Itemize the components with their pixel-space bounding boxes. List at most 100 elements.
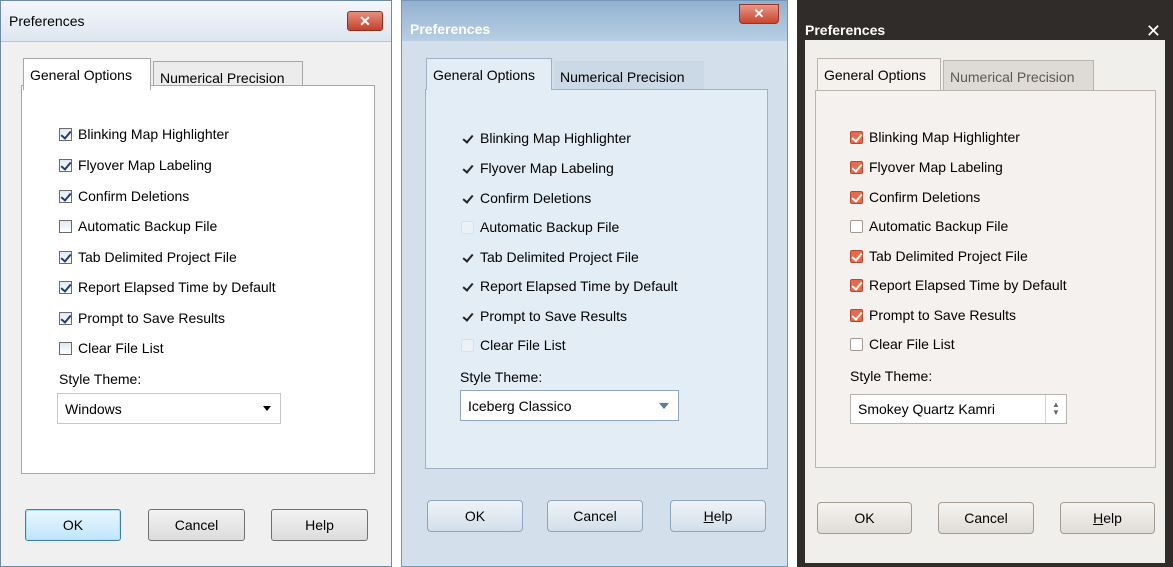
window-title: Preferences <box>410 21 491 37</box>
help-button[interactable]: Help <box>670 500 766 532</box>
tab-general-options[interactable]: General Options <box>23 58 151 90</box>
checkbox[interactable] <box>461 338 474 352</box>
checkbox[interactable] <box>59 189 72 203</box>
checkbox[interactable] <box>850 308 863 322</box>
option-label: Clear File List <box>869 336 955 352</box>
checkbox[interactable] <box>461 310 474 323</box>
close-button[interactable]: ✕ <box>347 11 383 31</box>
option-flyover-map-labeling[interactable]: Flyover Map Labeling <box>461 158 614 178</box>
cancel-button[interactable]: Cancel <box>938 502 1034 534</box>
option-label: Flyover Map Labeling <box>78 157 212 173</box>
option-label: Prompt to Save Results <box>78 310 226 326</box>
option-confirm-deletions[interactable]: Confirm Deletions <box>850 187 980 207</box>
help-label: elp <box>713 508 733 524</box>
preferences-window-iceberg: Preferences ✕ General Options Numerical … <box>401 0 788 567</box>
option-clear-file-list[interactable]: Clear File List <box>850 334 955 354</box>
checkbox[interactable] <box>59 127 72 141</box>
checkbox[interactable] <box>850 190 863 204</box>
option-prompt-to-save-results[interactable]: Prompt to Save Results <box>850 305 1016 325</box>
checkbox[interactable] <box>461 162 474 175</box>
checkbox[interactable] <box>850 249 863 263</box>
option-label: Flyover Map Labeling <box>869 159 1003 175</box>
option-automatic-backup-file[interactable]: Automatic Backup File <box>461 217 619 237</box>
option-label: Tab Delimited Project File <box>480 249 639 265</box>
option-label: Tab Delimited Project File <box>78 249 237 265</box>
option-label: Automatic Backup File <box>869 218 1009 234</box>
checkbox[interactable] <box>461 280 474 293</box>
chevron-down-icon <box>659 402 669 409</box>
checkbox[interactable] <box>850 337 863 351</box>
selected-theme: Smokey Quartz Kamri <box>858 401 995 417</box>
checkbox[interactable] <box>850 160 863 174</box>
tab-numerical-precision[interactable]: Numerical Precision <box>554 61 704 91</box>
option-tab-delimited-project-file[interactable]: Tab Delimited Project File <box>850 246 1028 266</box>
checkbox[interactable] <box>59 250 72 264</box>
option-label: Prompt to Save Results <box>869 307 1017 323</box>
style-theme-select[interactable]: Iceberg Classico <box>460 390 679 421</box>
ok-button[interactable]: OK <box>817 502 912 534</box>
close-button[interactable]: ✕ <box>739 4 779 24</box>
option-automatic-backup-file[interactable]: Automatic Backup File <box>59 216 217 236</box>
option-confirm-deletions[interactable]: Confirm Deletions <box>59 186 189 206</box>
checkbox[interactable] <box>59 280 72 294</box>
option-prompt-to-save-results[interactable]: Prompt to Save Results <box>461 306 627 326</box>
cancel-button[interactable]: Cancel <box>547 500 643 532</box>
checkbox[interactable] <box>461 192 474 205</box>
option-blinking-map-highlighter[interactable]: Blinking Map Highlighter <box>461 128 631 148</box>
window-title: Preferences <box>805 22 886 38</box>
option-flyover-map-labeling[interactable]: Flyover Map Labeling <box>59 155 212 175</box>
cancel-button[interactable]: Cancel <box>148 509 245 541</box>
option-clear-file-list[interactable]: Clear File List <box>461 335 566 355</box>
option-automatic-backup-file[interactable]: Automatic Backup File <box>850 216 1008 236</box>
spinner-icon[interactable]: ▲ ▼ <box>1045 395 1066 423</box>
selected-theme: Iceberg Classico <box>468 397 572 414</box>
help-mnemonic: H <box>1093 510 1104 526</box>
help-button[interactable]: Help <box>271 509 368 541</box>
title-bar[interactable]: Preferences ✕ <box>1 1 391 42</box>
tab-general-options[interactable]: General Options <box>817 58 941 90</box>
option-blinking-map-highlighter[interactable]: Blinking Map Highlighter <box>850 127 1020 147</box>
close-icon: ✕ <box>359 13 371 29</box>
option-report-elapsed-time[interactable]: Report Elapsed Time by Default <box>59 277 276 297</box>
option-prompt-to-save-results[interactable]: Prompt to Save Results <box>59 308 225 328</box>
checkbox[interactable] <box>59 219 72 233</box>
option-flyover-map-labeling[interactable]: Flyover Map Labeling <box>850 157 1003 177</box>
window-title: Preferences <box>9 13 85 29</box>
option-label: Report Elapsed Time by Default <box>869 277 1067 293</box>
option-tab-delimited-project-file[interactable]: Tab Delimited Project File <box>59 247 237 267</box>
option-report-elapsed-time[interactable]: Report Elapsed Time by Default <box>850 275 1067 295</box>
title-bar[interactable]: Preferences ✕ <box>402 1 787 41</box>
close-icon[interactable]: ✕ <box>1146 22 1161 40</box>
style-theme-spinner[interactable]: Smokey Quartz Kamri ▲ ▼ <box>850 394 1067 424</box>
help-label: elp <box>1103 510 1122 526</box>
checkbox[interactable] <box>59 341 72 355</box>
option-label: Clear File List <box>78 340 164 356</box>
ok-button[interactable]: OK <box>427 500 523 532</box>
help-button[interactable]: Help <box>1060 502 1155 534</box>
preferences-window-windows: Preferences ✕ General Options Numerical … <box>0 0 392 567</box>
style-theme-select[interactable]: Windows <box>57 393 281 424</box>
checkbox[interactable] <box>461 251 474 264</box>
style-theme-label: Style Theme: <box>59 371 142 387</box>
tab-general-options[interactable]: General Options <box>426 58 552 90</box>
style-theme-label: Style Theme: <box>460 369 543 385</box>
checkbox[interactable] <box>59 311 72 325</box>
option-tab-delimited-project-file[interactable]: Tab Delimited Project File <box>461 247 639 267</box>
option-report-elapsed-time[interactable]: Report Elapsed Time by Default <box>461 276 678 296</box>
option-label: Clear File List <box>480 337 566 353</box>
checkbox[interactable] <box>59 158 72 172</box>
ok-button[interactable]: OK <box>25 509 121 541</box>
title-bar[interactable]: Preferences ✕ <box>797 0 1173 40</box>
preferences-window-smokey-quartz: Preferences ✕ General Options Numerical … <box>797 0 1173 567</box>
checkbox[interactable] <box>850 219 863 233</box>
option-blinking-map-highlighter[interactable]: Blinking Map Highlighter <box>59 124 229 144</box>
checkbox[interactable] <box>461 132 474 145</box>
option-clear-file-list[interactable]: Clear File List <box>59 338 164 358</box>
checkbox[interactable] <box>461 220 474 234</box>
checkbox[interactable] <box>850 130 863 144</box>
tab-numerical-precision[interactable]: Numerical Precision <box>943 60 1094 90</box>
option-label: Confirm Deletions <box>869 189 981 205</box>
option-label: Report Elapsed Time by Default <box>78 279 276 295</box>
option-confirm-deletions[interactable]: Confirm Deletions <box>461 188 591 208</box>
checkbox[interactable] <box>850 278 863 292</box>
